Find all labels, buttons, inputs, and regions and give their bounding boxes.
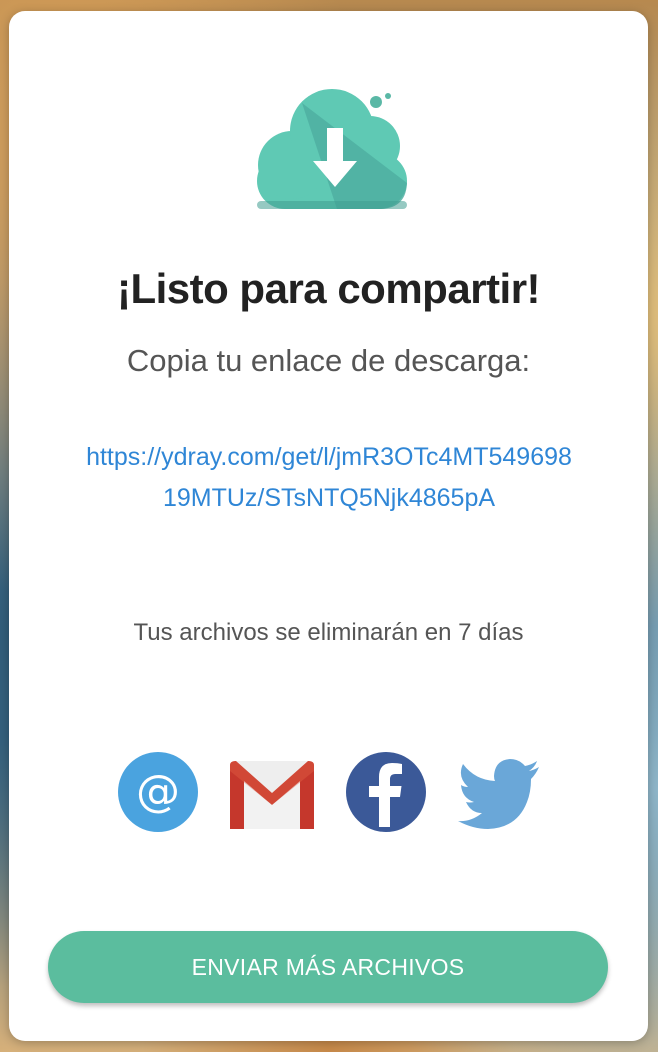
email-share-button[interactable]: @: [115, 749, 201, 835]
email-icon: @: [118, 752, 198, 832]
twitter-share-button[interactable]: [457, 749, 543, 835]
download-link[interactable]: https://ydray.com/get/l/jmR3OTc4MT549698…: [83, 437, 575, 519]
send-more-files-button[interactable]: ENVIAR MÁS ARCHIVOS: [48, 931, 608, 1003]
share-dialog: ¡Listo para compartir! Copia tu enlace d…: [9, 11, 648, 1041]
cloud-download-icon: [247, 83, 417, 215]
facebook-icon: [346, 752, 426, 832]
svg-text:@: @: [136, 766, 180, 817]
gmail-icon: [230, 761, 314, 829]
facebook-share-button[interactable]: [343, 749, 429, 835]
expiry-notice: Tus archivos se eliminarán en 7 días: [133, 619, 524, 646]
dialog-subtitle: Copia tu enlace de descarga:: [126, 343, 531, 378]
dialog-title: ¡Listo para compartir!: [116, 265, 541, 312]
twitter-icon: [458, 759, 539, 829]
gmail-share-button[interactable]: [228, 749, 314, 835]
share-buttons: @: [9, 749, 648, 839]
